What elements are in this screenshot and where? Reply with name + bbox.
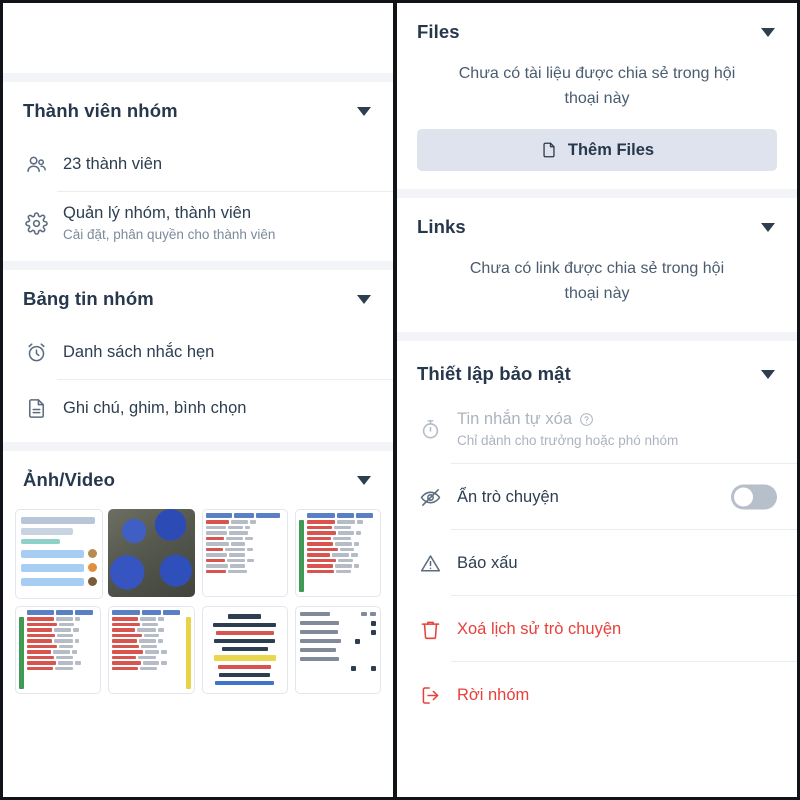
row-text: Xoá lịch sử trò chuyện xyxy=(457,619,621,640)
left-panel: Thành viên nhóm 23 thành viên Quản lý nh… xyxy=(3,3,397,797)
section-title: Links xyxy=(417,216,466,237)
eye-off-icon xyxy=(417,484,443,510)
media-thumbnail[interactable] xyxy=(201,606,288,694)
row-label: 23 thành viên xyxy=(63,154,163,173)
hide-conversation-toggle[interactable] xyxy=(731,484,777,510)
trash-icon xyxy=(417,616,443,642)
media-thumbnail[interactable] xyxy=(15,509,104,599)
row-label: Danh sách nhắc hẹn xyxy=(63,342,215,361)
row-text: Quản lý nhóm, thành viên Cài đặt, phân q… xyxy=(63,203,275,244)
users-icon xyxy=(23,151,49,177)
section-title: Ảnh/Video xyxy=(23,469,116,490)
media-thumbnail[interactable] xyxy=(201,509,288,597)
row-manage-group[interactable]: Quản lý nhóm, thành viên Cài đặt, phân q… xyxy=(3,192,393,255)
section-gap xyxy=(397,332,797,341)
media-thumbnail[interactable] xyxy=(15,606,102,694)
row-leave-group[interactable]: Rời nhóm xyxy=(397,662,797,728)
section-title: Thiết lập bảo mật xyxy=(417,363,571,384)
row-text: 23 thành viên xyxy=(63,154,162,175)
media-thumbnail[interactable] xyxy=(108,509,195,597)
media-thumbnail-grid xyxy=(3,505,393,710)
row-label: Quản lý nhóm, thành viên xyxy=(63,204,252,222)
section-header-group-board[interactable]: Bảng tin nhóm xyxy=(3,270,393,324)
note-icon xyxy=(23,395,49,421)
exit-icon xyxy=(417,682,443,708)
alarm-clock-icon xyxy=(23,339,49,365)
warning-triangle-icon xyxy=(417,550,443,576)
add-files-label: Thêm Files xyxy=(567,140,655,159)
row-reminder-list[interactable]: Danh sách nhắc hẹn xyxy=(3,324,393,380)
chevron-down-icon[interactable] xyxy=(357,106,371,116)
section-gap xyxy=(3,261,393,270)
section-header-files[interactable]: Files xyxy=(397,3,797,57)
row-label: Rời nhóm xyxy=(457,685,530,704)
row-text: Tin nhắn tự xóa Chỉ dành cho trưởng hoặc… xyxy=(457,409,678,450)
section-header-media[interactable]: Ảnh/Video xyxy=(3,451,393,505)
section-header-links[interactable]: Links xyxy=(397,198,797,252)
row-sublabel: Chỉ dành cho trưởng hoặc phó nhóm xyxy=(457,433,679,448)
section-header-security[interactable]: Thiết lập bảo mật xyxy=(397,341,797,395)
section-group-board: Bảng tin nhóm Danh sách nhắc hẹn Ghi chú… xyxy=(3,270,393,442)
chevron-down-icon[interactable] xyxy=(357,475,371,485)
chevron-down-icon[interactable] xyxy=(761,369,775,379)
section-title: Files xyxy=(417,21,460,42)
section-links: Links Chưa có link được chia sẻ trong hộ… xyxy=(397,198,797,332)
section-security-settings: Thiết lập bảo mật Tin nhắn tự xóa Chỉ dà… xyxy=(397,341,797,728)
chevron-down-icon[interactable] xyxy=(761,222,775,232)
left-panel-top-spacer xyxy=(3,3,393,73)
row-text: Danh sách nhắc hẹn xyxy=(63,342,214,363)
row-notes-pins-polls[interactable]: Ghi chú, ghim, bình chọn xyxy=(3,380,393,436)
row-sublabel: Cài đặt, phân quyền cho thành viên xyxy=(63,227,276,242)
section-title: Thành viên nhóm xyxy=(23,100,178,121)
add-files-button[interactable]: Thêm Files xyxy=(417,129,777,171)
row-text: Ẩn trò chuyện xyxy=(457,487,559,508)
row-delete-chat-history[interactable]: Xoá lịch sử trò chuyện xyxy=(397,596,797,662)
row-label-wrap: Tin nhắn tự xóa xyxy=(457,409,678,430)
section-files: Files Chưa có tài liệu được chia sẻ tron… xyxy=(397,3,797,171)
row-text: Ghi chú, ghim, bình chọn xyxy=(63,398,246,419)
media-thumbnail[interactable] xyxy=(108,606,195,694)
file-icon xyxy=(540,141,558,159)
row-self-destruct-messages: Tin nhắn tự xóa Chỉ dành cho trưởng hoặc… xyxy=(397,395,797,464)
section-title: Bảng tin nhóm xyxy=(23,288,154,309)
chevron-down-icon[interactable] xyxy=(761,27,775,37)
row-label: Xoá lịch sử trò chuyện xyxy=(457,619,622,638)
chevron-down-icon[interactable] xyxy=(357,294,371,304)
row-hide-conversation[interactable]: Ẩn trò chuyện xyxy=(397,464,797,530)
row-member-count[interactable]: 23 thành viên xyxy=(3,136,393,192)
files-empty-text: Chưa có tài liệu được chia sẻ trong hội … xyxy=(458,65,736,107)
row-label: Báo xấu xyxy=(457,553,518,572)
right-panel: Files Chưa có tài liệu được chia sẻ tron… xyxy=(397,3,797,797)
gear-icon xyxy=(23,211,49,237)
settings-screen: Thành viên nhóm 23 thành viên Quản lý nh… xyxy=(0,0,800,800)
section-gap xyxy=(397,189,797,198)
section-group-members: Thành viên nhóm 23 thành viên Quản lý nh… xyxy=(3,82,393,261)
toggle-knob xyxy=(734,487,753,507)
links-empty-text: Chưa có link được chia sẻ trong hội thoạ… xyxy=(469,260,725,302)
row-report[interactable]: Báo xấu xyxy=(397,530,797,596)
row-label: Tin nhắn tự xóa xyxy=(457,410,573,428)
timer-icon xyxy=(417,417,443,443)
section-gap xyxy=(3,73,393,82)
row-text: Rời nhóm xyxy=(457,685,529,706)
section-gap xyxy=(3,442,393,451)
row-label: Ghi chú, ghim, bình chọn xyxy=(63,398,247,417)
section-media: Ảnh/Video xyxy=(3,451,393,710)
row-label: Ẩn trò chuyện xyxy=(457,487,559,506)
section-header-group-members[interactable]: Thành viên nhóm xyxy=(3,82,393,136)
media-thumbnail[interactable] xyxy=(294,509,381,597)
media-thumbnail[interactable] xyxy=(294,606,381,694)
question-circle-icon[interactable] xyxy=(579,412,594,427)
row-text: Báo xấu xyxy=(457,553,518,574)
